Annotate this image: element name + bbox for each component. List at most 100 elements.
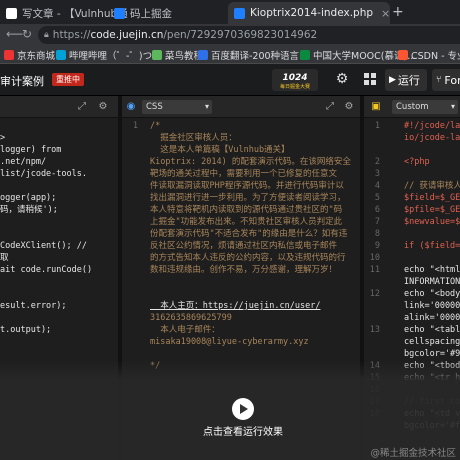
line-number: 10	[369, 253, 380, 263]
code-line: .net/npm/	[0, 157, 47, 167]
line-number: 1	[374, 121, 380, 131]
line-number	[366, 300, 380, 312]
code-line: 码，请稍候');	[0, 205, 58, 215]
code-line: misaka19008@liyue-cyberarmy.xyz	[150, 337, 309, 347]
status-badge: 重推中	[52, 73, 84, 86]
code-line: if ($field=s	[404, 241, 460, 251]
line-number: 8	[374, 229, 380, 239]
code-line: $pfile=$_GET	[404, 205, 460, 215]
tab-juejin-code[interactable]: 码上掘金 ×	[108, 2, 228, 24]
jd-icon	[4, 50, 14, 60]
code-line: 找出漏洞进行进一步利用。为了方便读者阅读学习，	[150, 193, 346, 203]
bookmark-runoob[interactable]: 菜鸟教程	[152, 48, 203, 62]
line-number: 9	[374, 241, 380, 251]
code-line: CodeXClient(); //	[0, 241, 87, 251]
new-tab-icon[interactable]: +	[392, 4, 404, 20]
bookmark-csdn[interactable]: CSDN - 专业开	[398, 48, 460, 62]
code-area[interactable]: > logger) from .net/npm/list/jcode-tools. o…	[0, 120, 92, 336]
url-domain: code.juejin.cn	[90, 29, 164, 41]
format-icon[interactable]: ⤢	[324, 101, 336, 113]
bilibili-icon	[56, 50, 66, 60]
event-logo-icon: 1024 每日掘金大赛	[272, 69, 318, 91]
code-area[interactable]: /* 掘金社区审核人员： 这是本人单篇稿【Vulnhub通关】 Kioptrix:…	[150, 120, 351, 372]
bookmark-jd[interactable]: 京东商城	[4, 48, 55, 62]
svg-text:每日掘金大赛: 每日掘金大赛	[280, 83, 310, 90]
line-number: 11	[369, 265, 380, 275]
tab-label: Kioptrix2014-index.php	[250, 7, 374, 19]
line-number	[126, 348, 138, 360]
lock-icon: 🔒︎	[44, 30, 49, 40]
url-path: /pen/7292970369823014962	[163, 29, 318, 41]
code-line: list/jcode-tools.	[0, 169, 87, 179]
line-number: 2	[374, 157, 380, 167]
settings-icon[interactable]: ⚙	[97, 101, 109, 113]
line-number	[126, 144, 138, 156]
panel-toolbar: ▣ Custom ▾	[364, 96, 460, 118]
code-line: echo "<body	[404, 289, 460, 299]
line-number	[126, 276, 138, 288]
close-icon[interactable]: ×	[381, 7, 390, 20]
run-preview-overlay[interactable]: 点击查看运行效果 @稀土掘金技术社区	[0, 380, 460, 460]
line-number	[126, 156, 138, 168]
url-field[interactable]: 🔒︎ https://code.juejin.cn/pen/7292970369…	[38, 26, 460, 44]
code-line: io/jcode-lang	[404, 133, 460, 143]
line-number: 7	[374, 217, 380, 227]
code-line: 掘金社区审核人员：	[150, 133, 237, 143]
bookmark-baidu-translate[interactable]: 百度翻译-200种语言...	[198, 48, 308, 62]
language-select[interactable]: Custom ▾	[392, 100, 458, 114]
layout-grid-icon[interactable]	[362, 71, 378, 87]
page-favicon	[6, 7, 17, 19]
code-line: 的方式告知本人违反的公约内容，以及违规代码的行	[150, 253, 346, 263]
code-line: 份配套演示代码"不适合发布"的缘由是什么？如有违	[150, 229, 348, 239]
line-number	[126, 288, 138, 300]
code-line: 这是本人单篇稿【Vulnhub通关】	[150, 145, 290, 155]
settings-icon[interactable]: ⚙	[343, 101, 355, 113]
line-number	[366, 276, 380, 288]
language-select[interactable]: CSS ▾	[142, 100, 212, 114]
line-number	[126, 312, 138, 324]
app-header: 审计案例 重推中 1024 每日掘金大赛 ⚙ ▶运行 ⑂Fork	[0, 64, 460, 96]
code-line: $newvalue=$_	[404, 217, 460, 227]
line-number	[126, 204, 138, 216]
tab-kioptrix[interactable]: Kioptrix2014-index.php ×	[228, 2, 390, 24]
fork-button[interactable]: ⑂Fork	[432, 69, 460, 91]
code-line: t.output);	[0, 325, 52, 335]
back-icon[interactable]: ⟵	[6, 27, 23, 41]
gear-icon[interactable]: ⚙	[334, 71, 350, 87]
baidu-icon	[198, 50, 208, 60]
run-button[interactable]: ▶ 运行	[385, 69, 427, 91]
line-number	[126, 240, 138, 252]
chevron-down-icon: ▾	[204, 102, 209, 111]
reload-icon[interactable]: ↻	[22, 27, 32, 41]
run-effect-label[interactable]: 点击查看运行效果	[0, 423, 460, 438]
line-number	[126, 228, 138, 240]
line-number: 12	[369, 289, 380, 299]
panel-toolbar: ◉ CSS ▾ ⤢ ⚙	[122, 96, 360, 118]
line-number	[366, 348, 380, 360]
code-line: /*	[150, 121, 161, 131]
play-icon[interactable]	[232, 398, 254, 420]
code-line: ait code.runCode()	[0, 265, 93, 275]
line-number	[126, 180, 138, 192]
watermark: @稀土掘金技术社区	[370, 448, 456, 459]
line-number	[126, 168, 138, 180]
code-line: alink='00000	[404, 313, 460, 323]
code-line: 本人电子邮件：	[150, 325, 220, 335]
panel-toolbar: ⤢ ⚙	[0, 96, 118, 118]
code-line: <?php	[404, 157, 430, 167]
fork-icon: ⑂	[436, 75, 442, 85]
code-line: echo "<table	[404, 325, 460, 335]
css-language-icon: ◉	[126, 101, 136, 112]
code-line: INFORMATION}-	[404, 277, 460, 287]
code-line: 本人特意将靶机内读取到的源代码通过贵社区的"码	[150, 205, 343, 215]
format-icon[interactable]: ⤢	[76, 101, 88, 113]
